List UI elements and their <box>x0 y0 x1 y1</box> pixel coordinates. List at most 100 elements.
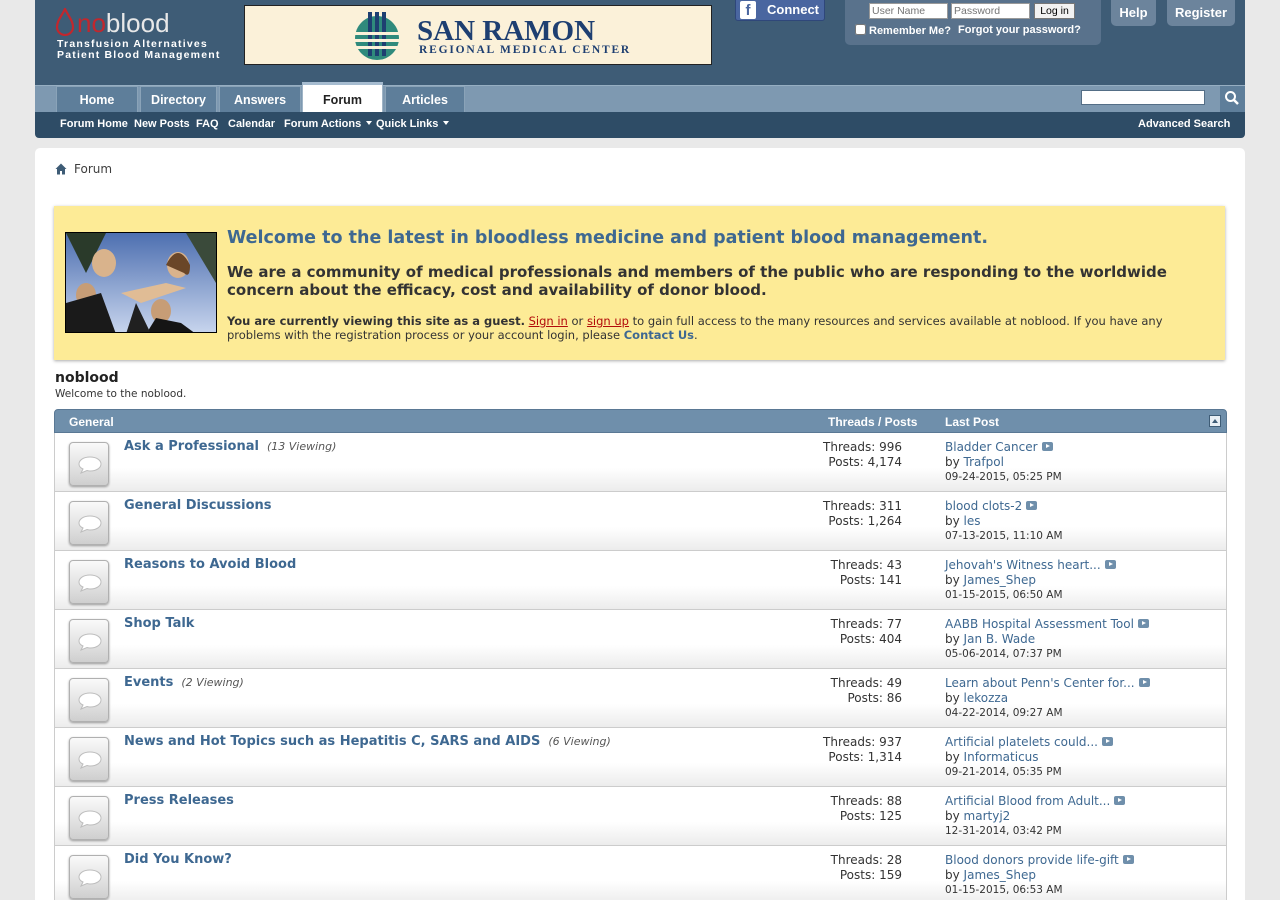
last-post: blood clots-2 by les 07-13-2015, 11:10 A… <box>945 499 1063 542</box>
viewing-count: (2 Viewing) <box>181 676 244 689</box>
forum-row: Ask a Professional (13 Viewing) Threads: … <box>54 433 1227 492</box>
facebook-connect-button[interactable]: f Connect <box>735 0 825 21</box>
site-logo[interactable]: noblood Transfusion Alternatives Patient… <box>55 6 235 62</box>
forum-stats: Threads: 43 Posts: 141 <box>831 558 902 588</box>
last-post-title-link[interactable]: Artificial Blood from Adult... <box>945 794 1110 808</box>
viewing-count: (6 Viewing) <box>548 735 611 748</box>
post-count: Posts: 4,174 <box>828 455 902 469</box>
banner-hospital-subtitle: REGIONAL MEDICAL CENTER <box>419 44 632 56</box>
go-to-last-post-icon[interactable] <box>1122 855 1134 864</box>
thread-count: Threads: 937 <box>823 735 902 749</box>
main-navbar: Home Directory Answers Forum Articles <box>35 82 1245 113</box>
last-post-user-link[interactable]: Informaticus <box>964 750 1039 764</box>
last-post: Artificial platelets could... by Informa… <box>945 735 1113 780</box>
forum-bubble-icon <box>69 678 109 722</box>
viewing-count: (13 Viewing) <box>266 440 337 453</box>
go-to-last-post-icon[interactable] <box>1041 442 1053 451</box>
username-input[interactable] <box>869 3 948 19</box>
tab-directory[interactable]: Directory <box>140 86 217 112</box>
subnav-forum-actions[interactable]: Forum Actions <box>284 118 373 130</box>
subnav-forum-home[interactable]: Forum Home <box>60 118 128 130</box>
last-post-user-link[interactable]: Trafpol <box>964 455 1004 469</box>
thread-count: Threads: 996 <box>823 440 902 454</box>
tab-answers[interactable]: Answers <box>219 86 301 112</box>
thread-count: Threads: 88 <box>830 794 902 808</box>
go-to-last-post-icon[interactable] <box>1102 737 1113 746</box>
last-post-date: 09-24-2015, 05:25 PM <box>945 471 1062 483</box>
search-input[interactable] <box>1081 90 1205 105</box>
sign-up-link[interactable]: sign up <box>587 314 629 328</box>
forum-row: Reasons to Avoid Blood Threads: 43 Posts… <box>54 551 1227 610</box>
forum-title-link[interactable]: Press Releases <box>124 793 234 808</box>
forum-bubble-icon <box>69 796 109 840</box>
welcome-title: Welcome to the latest in bloodless medic… <box>227 228 989 248</box>
forum-stats: Threads: 28 Posts: 159 <box>831 853 902 883</box>
last-post-title-link[interactable]: Bladder Cancer <box>945 440 1038 454</box>
last-post-user-link[interactable]: James_Shep <box>964 868 1036 882</box>
remember-me[interactable]: Remember Me? <box>855 24 951 37</box>
subnav-faq[interactable]: FAQ <box>196 118 219 130</box>
forum-bubble-icon <box>69 619 109 663</box>
forum-title-link[interactable]: Shop Talk <box>124 616 194 631</box>
last-post: Jehovah's Witness heart... by James_Shep… <box>945 558 1116 603</box>
last-post-title-link[interactable]: Artificial platelets could... <box>945 735 1098 749</box>
home-icon[interactable] <box>55 163 67 175</box>
collapse-icon[interactable] <box>1209 415 1221 427</box>
last-post-title-link[interactable]: Jehovah's Witness heart... <box>945 558 1101 572</box>
forum-row: General Discussions Threads: 311 Posts: … <box>54 492 1227 551</box>
forum-title-link[interactable]: Events <box>124 675 173 690</box>
facebook-icon: f <box>740 1 756 19</box>
last-post-title-link[interactable]: AABB Hospital Assessment Tool <box>945 617 1134 631</box>
column-threads-posts: Threads / Posts <box>828 415 918 429</box>
tab-home[interactable]: Home <box>56 86 138 112</box>
forum-stats: Threads: 937 Posts: 1,314 <box>823 735 902 765</box>
last-post-user-link[interactable]: martyj2 <box>964 809 1011 823</box>
ad-banner[interactable]: SAN RAMON REGIONAL MEDICAL CENTER <box>244 5 712 65</box>
sign-in-link[interactable]: Sign in <box>529 314 568 328</box>
forum-title-link[interactable]: Ask a Professional <box>124 439 259 454</box>
subnav-quick-links[interactable]: Quick Links <box>376 118 450 130</box>
subnav-calendar[interactable]: Calendar <box>228 118 275 130</box>
last-post-user-link[interactable]: James_Shep <box>964 573 1036 587</box>
forum-title-link[interactable]: Reasons to Avoid Blood <box>124 557 296 572</box>
last-post-date: 09-21-2014, 05:35 PM <box>945 766 1062 778</box>
sub-navbar: Forum Home New Posts FAQ Calendar Forum … <box>35 112 1245 138</box>
tab-articles[interactable]: Articles <box>385 86 465 112</box>
forum-title-link[interactable]: General Discussions <box>124 498 272 513</box>
thread-count: Threads: 77 <box>830 617 902 631</box>
community-photo <box>65 232 217 333</box>
search-button[interactable] <box>1220 86 1245 112</box>
go-to-last-post-icon[interactable] <box>1137 619 1149 628</box>
tab-forum[interactable]: Forum <box>302 82 383 113</box>
contact-us-link[interactable]: Contact Us <box>624 328 694 342</box>
forgot-password-link[interactable]: Forgot your password? <box>958 24 1081 36</box>
go-to-last-post-icon[interactable] <box>1104 560 1116 569</box>
forum-title-link[interactable]: News and Hot Topics such as Hepatitis C,… <box>124 734 540 749</box>
site-header: noblood Transfusion Alternatives Patient… <box>35 0 1245 85</box>
forum-title: noblood <box>55 370 119 386</box>
go-to-last-post-icon[interactable] <box>1138 678 1150 687</box>
forum-title-link[interactable]: Did You Know? <box>124 852 232 867</box>
help-button[interactable]: Help <box>1111 0 1156 26</box>
login-panel: Log in Remember Me? Forgot your password… <box>845 0 1101 45</box>
forum-stats: Threads: 996 Posts: 4,174 <box>823 440 902 470</box>
register-button[interactable]: Register <box>1167 0 1235 26</box>
last-post-user-link[interactable]: les <box>964 514 981 528</box>
last-post-title-link[interactable]: Blood donors provide life-gift <box>945 853 1119 867</box>
last-post-user-link[interactable]: lekozza <box>964 691 1009 705</box>
category-name[interactable]: General <box>69 415 114 429</box>
last-post-title-link[interactable]: blood clots-2 <box>945 499 1022 513</box>
last-post-date: 01-15-2015, 06:53 AM <box>945 884 1063 896</box>
thread-count: Threads: 49 <box>830 676 902 690</box>
forum-row: Shop Talk Threads: 77 Posts: 404 AABB Ho… <box>54 610 1227 669</box>
password-input[interactable] <box>951 3 1030 19</box>
go-to-last-post-icon[interactable] <box>1026 501 1038 510</box>
last-post-user-link[interactable]: Jan B. Wade <box>964 632 1036 646</box>
go-to-last-post-icon[interactable] <box>1114 796 1126 805</box>
remember-me-checkbox[interactable] <box>855 24 866 35</box>
subnav-new-posts[interactable]: New Posts <box>134 118 190 130</box>
advanced-search-link[interactable]: Advanced Search <box>1138 118 1230 130</box>
thread-count: Threads: 28 <box>830 853 902 867</box>
last-post-title-link[interactable]: Learn about Penn's Center for... <box>945 676 1135 690</box>
login-button[interactable]: Log in <box>1034 3 1075 19</box>
